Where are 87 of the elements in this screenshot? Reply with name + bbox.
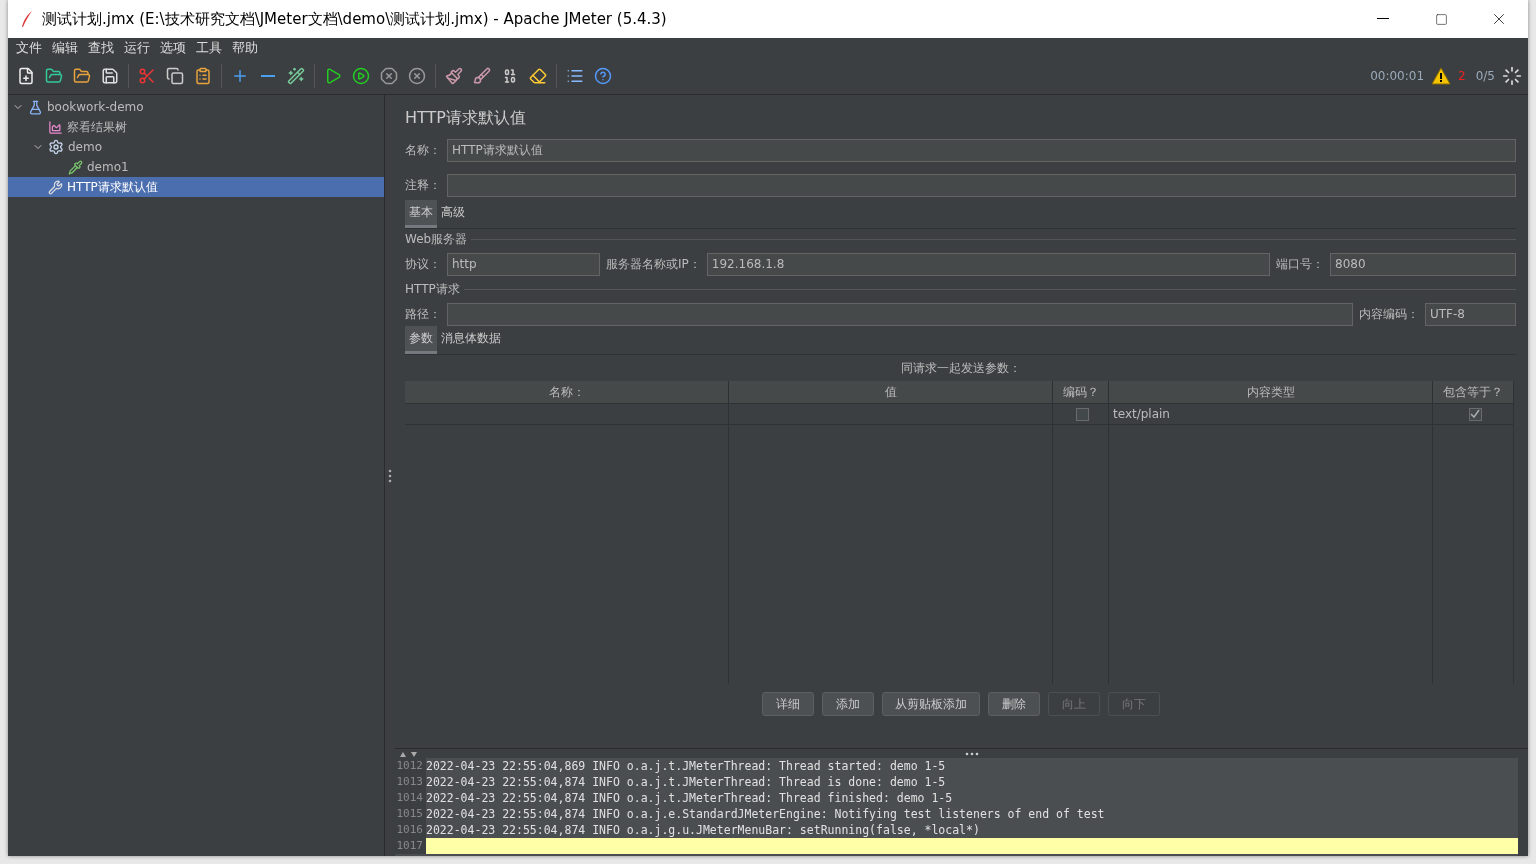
cut-icon xyxy=(138,67,156,85)
open-folder-icon xyxy=(73,67,91,85)
column-header[interactable]: 包含等于？ xyxy=(1433,381,1514,404)
tab[interactable]: 参数 xyxy=(405,326,437,354)
log-line: 2022-04-23 22:55:04,874 INFO o.a.j.t.JMeterThread: Thread is done: demo 1-5 xyxy=(426,774,946,790)
column-header[interactable]: 名称： xyxy=(405,381,729,404)
expand-all-icon xyxy=(231,67,249,85)
paste-icon xyxy=(194,67,212,85)
pipette-icon xyxy=(68,159,83,175)
folder-icon xyxy=(45,67,63,85)
line-number: 1013 xyxy=(395,774,426,790)
table-caption: 同请求一起发送参数： xyxy=(900,359,1021,377)
log-line: 2022-04-23 22:55:04,869 INFO o.a.j.t.JMeterThread: Thread started: demo 1-5 xyxy=(426,758,946,774)
thread-count: 0/5 xyxy=(1475,69,1495,83)
column-header[interactable]: 编码？ xyxy=(1053,381,1109,404)
server-field[interactable]: 192.168.1.8 xyxy=(706,252,1270,276)
name-label: 名称： xyxy=(405,141,441,159)
column-header[interactable]: 内容类型 xyxy=(1109,381,1433,404)
encoding-field[interactable]: UTF-8 xyxy=(1425,302,1516,326)
tree-item[interactable]: demo xyxy=(8,137,384,157)
column-header[interactable]: 值 xyxy=(729,381,1053,404)
stop-icon xyxy=(380,67,398,85)
warning-icon[interactable] xyxy=(1431,67,1452,85)
comment-field[interactable] xyxy=(447,173,1516,197)
section-legend: HTTP请求 xyxy=(405,280,460,298)
splitter-handle-icon[interactable] xyxy=(388,468,392,483)
copy-icon xyxy=(166,67,184,85)
action-button[interactable]: 删除 xyxy=(987,692,1040,716)
table-cell: text/plain xyxy=(1109,404,1433,425)
tab[interactable]: 高级 xyxy=(437,200,469,228)
flask-icon xyxy=(28,99,43,115)
server-label: 服务器名称或IP： xyxy=(606,255,701,273)
log-line: 2022-04-23 22:55:04,874 INFO o.a.j.e.StandardJMeterEngine: Notifying test listeners of end of test xyxy=(426,806,1105,822)
tree-item[interactable]: 察看结果树 xyxy=(8,117,384,137)
save-icon xyxy=(101,67,119,85)
name-field[interactable]: HTTP请求默认值 xyxy=(447,138,1516,162)
maximize-icon xyxy=(1434,12,1448,26)
encoding-label: 内容编码： xyxy=(1359,305,1419,323)
section-legend: Web服务器 xyxy=(405,230,468,248)
chart-icon xyxy=(48,119,63,135)
collapse-all-icon xyxy=(261,74,275,78)
log-line: 2022-04-23 22:55:04,874 INFO o.a.j.t.JMeterThread: Thread finished: demo 1-5 xyxy=(426,790,953,806)
new-file-icon xyxy=(17,67,35,85)
action-button[interactable]: 从剪贴板添加 xyxy=(881,692,980,716)
menu-item[interactable]: 工具 xyxy=(192,39,226,57)
list-icon xyxy=(566,67,584,85)
tab[interactable]: 消息体数据 xyxy=(437,326,505,354)
panel-title: HTTP请求默认值 xyxy=(405,106,527,129)
feather-icon xyxy=(20,10,34,28)
line-number: 1015 xyxy=(395,806,426,822)
collapse-arrows-icon[interactable] xyxy=(399,750,419,757)
action-button[interactable]: 详细 xyxy=(761,692,814,716)
minimize-icon xyxy=(1377,18,1389,20)
menu-item[interactable]: 编辑 xyxy=(48,39,82,57)
tree-item[interactable]: HTTP请求默认值 xyxy=(8,177,384,197)
log-line: 2022-04-23 22:55:04,874 INFO o.a.j.g.u.JMeterMenuBar: setRunning(false, *local*) xyxy=(426,822,980,838)
port-label: 端口号： xyxy=(1276,255,1324,273)
checkbox[interactable] xyxy=(1468,407,1482,421)
menu-item[interactable]: 帮助 xyxy=(228,39,262,57)
port-field[interactable]: 8080 xyxy=(1330,252,1516,276)
checkbox[interactable] xyxy=(1076,407,1089,421)
menu-item[interactable]: 选项 xyxy=(156,39,190,57)
line-number: 1014 xyxy=(395,790,426,806)
protocol-field[interactable]: http xyxy=(447,252,600,276)
menu-item[interactable]: 文件 xyxy=(12,39,46,57)
path-label: 路径： xyxy=(405,305,441,323)
running-indicator-icon xyxy=(1502,66,1522,86)
window-title: 测试计划.jmx (E:\技术研究文档\JMeter文档\demo\测试计划.jmx) - Apache JMeter (5.4.3) xyxy=(42,9,668,29)
line-number: 1012 xyxy=(395,758,426,774)
elapsed-time: 00:00:01 xyxy=(1370,69,1425,83)
wrench-icon xyxy=(48,179,63,195)
tree-item[interactable]: demo1 xyxy=(8,157,384,177)
protocol-label: 协议： xyxy=(405,255,441,273)
start-icon xyxy=(324,67,342,85)
tab[interactable]: 基本 xyxy=(405,200,437,228)
comment-label: 注释： xyxy=(405,176,441,194)
line-number: 1017 xyxy=(395,838,426,854)
warning-count: 2 xyxy=(1458,69,1466,83)
path-field[interactable] xyxy=(447,302,1353,326)
menu-item[interactable]: 查找 xyxy=(84,39,118,57)
gear-icon xyxy=(48,139,64,155)
tree-item[interactable]: bookwork-demo xyxy=(8,97,384,117)
action-button[interactable]: 添加 xyxy=(821,692,874,716)
menu-item[interactable]: 运行 xyxy=(120,39,154,57)
splitter-handle-icon[interactable] xyxy=(964,751,979,756)
line-number: 1016 xyxy=(395,822,426,838)
help-icon xyxy=(594,67,612,85)
